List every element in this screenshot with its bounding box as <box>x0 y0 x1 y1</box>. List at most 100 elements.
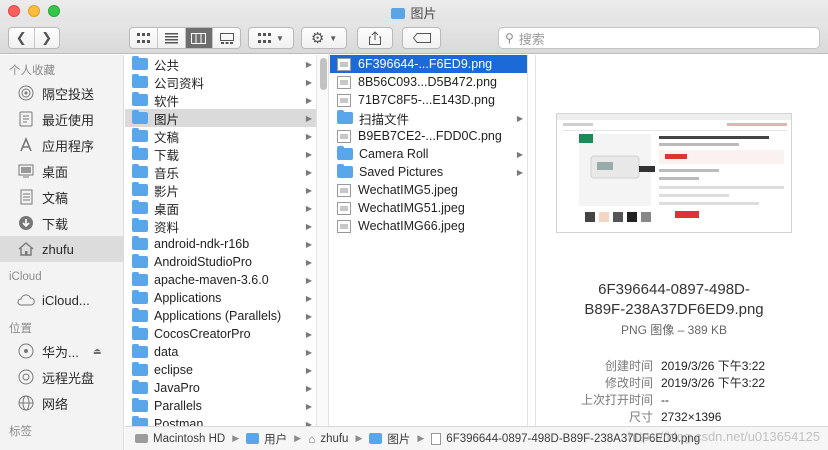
sidebar-item-network[interactable]: 网络 <box>0 390 123 416</box>
sidebar-item-label: 桌面 <box>42 164 69 180</box>
folder-row[interactable]: 下载 ▶ <box>125 145 316 163</box>
image-file-icon <box>337 93 351 107</box>
list-view-button[interactable] <box>158 28 186 48</box>
file-row[interactable]: WechatIMG5.jpeg <box>330 181 527 199</box>
folder-icon <box>132 272 148 286</box>
sidebar-item-desktop[interactable]: 桌面 <box>0 158 123 184</box>
preview-filename-line1: 6F396644-0897-498D- <box>598 281 750 298</box>
row-label: 资料 <box>154 220 180 235</box>
file-row[interactable]: WechatIMG66.jpeg <box>330 217 527 235</box>
folder-row[interactable]: apache-maven-3.6.0 ▶ <box>125 271 316 289</box>
row-label: 扫描文件 <box>359 112 410 127</box>
sidebar-item-label: 隔空投送 <box>42 86 95 102</box>
folder-row[interactable]: 扫描文件 ▶ <box>330 109 527 127</box>
share-button[interactable] <box>357 27 393 49</box>
sidebar-item-icloud-drive[interactable]: iCloud... <box>0 287 123 313</box>
file-row[interactable]: 71B7C8F5-...E143D.png <box>330 91 527 109</box>
sidebar-item-recents[interactable]: 最近使用 <box>0 106 123 132</box>
tag-icon <box>412 33 431 43</box>
folder-row[interactable]: android-ndk-r16b ▶ <box>125 235 316 253</box>
search-field[interactable]: ⚲ 搜索 <box>498 27 820 49</box>
folder-icon <box>337 146 353 160</box>
folder-icon <box>391 8 406 19</box>
icon-view-button[interactable] <box>130 28 158 48</box>
folder-row[interactable]: 公司资料 ▶ <box>125 73 316 91</box>
sidebar-item-home[interactable]: zhufu <box>0 236 123 262</box>
folder-icon <box>132 308 148 322</box>
navigation-buttons: ❮ ❯ <box>8 27 60 49</box>
disclosure-arrow-icon: ▶ <box>305 329 312 339</box>
tags-button[interactable] <box>402 27 441 49</box>
eject-icon[interactable]: ⏏ <box>93 346 102 357</box>
folder-row[interactable]: Applications ▶ <box>125 289 316 307</box>
group-by-button[interactable]: ▼ <box>248 27 294 49</box>
chevron-right-icon: ❯ <box>41 30 53 45</box>
row-label: WechatIMG51.jpeg <box>358 201 465 215</box>
preview-filename: 6F396644-0897-498D- B89F-238A37DF6ED9.pn… <box>536 280 812 320</box>
row-label: WechatIMG5.jpeg <box>358 183 458 197</box>
folder-row[interactable]: 公共 ▶ <box>125 55 316 73</box>
folder-row[interactable]: JavaPro ▶ <box>125 379 316 397</box>
metadata-row-dimensions: 尺寸 2732×1396 <box>536 409 828 426</box>
chevron-right-icon: ▶ <box>232 433 240 443</box>
image-file-icon <box>337 219 351 233</box>
folder-icon <box>132 164 148 178</box>
sidebar-item-huawei-disk[interactable]: 华为... ⏏ <box>0 338 123 364</box>
path-segment-home[interactable]: ⌂ zhufu <box>308 432 348 446</box>
metadata-value: -- <box>661 393 669 407</box>
folder-row[interactable]: Postman ▶ <box>125 415 316 426</box>
sidebar-item-airdrop[interactable]: 隔空投送 <box>0 80 123 106</box>
folder-row[interactable]: 资料 ▶ <box>125 217 316 235</box>
metadata-row-created: 创建时间 2019/3/26 下午3:22 <box>536 358 828 375</box>
file-row[interactable]: 8B56C093...D5B472.png <box>330 73 527 91</box>
disclosure-arrow-icon: ▶ <box>305 383 312 393</box>
row-label: data <box>154 345 179 359</box>
folder-row[interactable]: 桌面 ▶ <box>125 199 316 217</box>
folder-row[interactable]: data ▶ <box>125 343 316 361</box>
column-home-scrollbar[interactable] <box>317 55 329 426</box>
path-segment-users[interactable]: 用户 <box>246 431 287 447</box>
file-row[interactable]: B9EB7CE2-...FDD0C.png <box>330 127 527 145</box>
view-mode-selector <box>129 27 241 49</box>
folder-row[interactable]: Camera Roll ▶ <box>330 145 527 163</box>
folder-row[interactable]: AndroidStudioPro ▶ <box>125 253 316 271</box>
disclosure-arrow-icon: ▶ <box>516 149 523 159</box>
folder-icon <box>337 164 353 178</box>
sidebar-item-applications[interactable]: 应用程序 <box>0 132 123 158</box>
sidebar-item-documents[interactable]: 文稿 <box>0 184 123 210</box>
row-label: 6F396644-...F6ED9.png <box>358 57 493 71</box>
search-placeholder: 搜索 <box>518 31 545 47</box>
folder-row[interactable]: Saved Pictures ▶ <box>330 163 527 181</box>
gallery-icon <box>219 32 234 44</box>
scrollbar-thumb[interactable] <box>320 58 327 90</box>
folder-icon <box>132 200 148 214</box>
preview-metadata: 创建时间 2019/3/26 下午3:22 修改时间 2019/3/26 下午3:2… <box>536 358 828 426</box>
folder-row[interactable]: Parallels ▶ <box>125 397 316 415</box>
sidebar-item-label: 网络 <box>42 396 69 412</box>
path-segment-macintosh-hd[interactable]: Macintosh HD <box>135 433 225 445</box>
folder-row[interactable]: CocosCreatorPro ▶ <box>125 325 316 343</box>
gallery-view-button[interactable] <box>213 28 240 48</box>
folder-row[interactable]: 软件 ▶ <box>125 91 316 109</box>
column-view-button[interactable] <box>185 28 214 48</box>
sidebar-item-downloads[interactable]: 下载 <box>0 210 123 236</box>
folder-row[interactable]: 音乐 ▶ <box>125 163 316 181</box>
action-menu-button[interactable]: ⚙ ▼ <box>301 27 347 49</box>
file-row[interactable]: WechatIMG51.jpeg <box>330 199 527 217</box>
forward-button[interactable]: ❯ <box>35 28 60 48</box>
row-label: 71B7C8F5-...E143D.png <box>358 93 495 107</box>
back-button[interactable]: ❮ <box>9 28 35 48</box>
folder-row[interactable]: 图片 ▶ <box>125 109 316 127</box>
sidebar-item-label: 华为... <box>42 344 79 360</box>
folder-row[interactable]: eclipse ▶ <box>125 361 316 379</box>
file-row[interactable]: 6F396644-...F6ED9.png <box>330 55 527 73</box>
row-label: Parallels <box>154 399 202 413</box>
column-pictures-divider[interactable] <box>528 55 536 426</box>
folder-row[interactable]: 影片 ▶ <box>125 181 316 199</box>
folder-row[interactable]: 文稿 ▶ <box>125 127 316 145</box>
cloud-icon <box>17 291 35 309</box>
path-segment-pictures[interactable]: 图片 <box>369 431 410 447</box>
folder-row[interactable]: Applications (Parallels) ▶ <box>125 307 316 325</box>
sidebar-item-remote-disc[interactable]: 远程光盘 <box>0 364 123 390</box>
window-title: 图片 <box>0 3 828 22</box>
